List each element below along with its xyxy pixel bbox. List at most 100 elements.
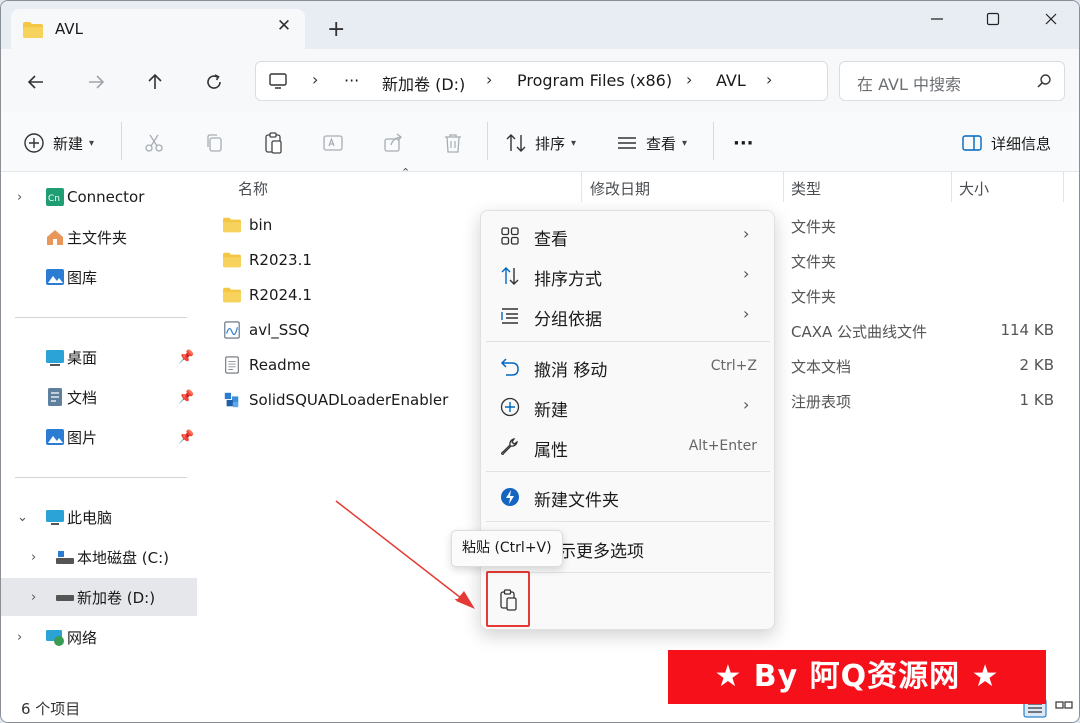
up-button[interactable] [140, 67, 170, 97]
sidebar-item-connector[interactable]: › Cn Connector [1, 178, 197, 216]
sidebar-item-label: 图库 [67, 268, 98, 287]
column-divider[interactable] [1063, 172, 1064, 202]
breadcrumb-program-files[interactable]: Program Files (x86) [517, 71, 672, 90]
sidebar-item-drive-d[interactable]: › 新加卷 (D:) [1, 578, 197, 616]
menu-item-new-folder[interactable]: 新建文件夹 [481, 477, 776, 517]
chevron-right-icon[interactable]: › [31, 550, 36, 565]
chevron-down-icon: ▾ [89, 137, 95, 149]
column-header-type[interactable]: 类型 [791, 178, 821, 199]
sidebar-item-label: 文档 [67, 388, 98, 407]
file-row-avl-ssq[interactable]: avl_SSQ [223, 319, 310, 341]
paste-button[interactable] [486, 571, 530, 627]
column-divider[interactable] [581, 172, 582, 202]
chevron-right-icon[interactable]: › [17, 630, 22, 645]
new-tab-button[interactable]: + [327, 19, 345, 41]
sidebar-item-desktop[interactable]: 桌面 📌 [1, 338, 197, 376]
sidebar-item-label: 网络 [67, 628, 98, 647]
maximize-button[interactable] [973, 7, 1013, 33]
share-icon[interactable] [382, 132, 404, 154]
menu-item-sort-by[interactable]: 排序方式 › [481, 256, 776, 296]
refresh-button[interactable] [199, 67, 229, 97]
gallery-icon [46, 269, 64, 285]
file-row-loader-enabler[interactable]: SolidSQUADLoaderEnabler [223, 389, 448, 411]
breadcrumb-overflow[interactable]: ··· [344, 71, 359, 90]
menu-label: 查看 [534, 230, 568, 250]
column-header-modified[interactable]: 修改日期 [590, 178, 650, 199]
plus-circle-icon [500, 397, 520, 417]
forward-button[interactable] [81, 67, 111, 97]
menu-item-view[interactable]: 查看 › [481, 216, 776, 256]
sidebar-item-network[interactable]: › 网络 [1, 618, 197, 656]
breadcrumb-separator[interactable]: › [486, 70, 492, 89]
minimize-icon [931, 18, 943, 20]
file-row-bin[interactable]: bin [223, 214, 272, 236]
sidebar-item-label: 图片 [67, 428, 98, 447]
menu-item-new[interactable]: 新建 › [481, 387, 776, 427]
sidebar-item-documents[interactable]: 文档 📌 [1, 378, 197, 416]
address-bar[interactable]: › ··· 新加卷 (D:) › Program Files (x86) › A… [255, 61, 828, 101]
view-button[interactable]: 查看 ▾ [616, 130, 687, 156]
file-row-r2023[interactable]: R2023.1 [223, 249, 312, 271]
sort-icon [501, 267, 519, 285]
divider [15, 317, 187, 318]
pin-icon[interactable]: 📌 [178, 430, 194, 445]
sidebar-item-this-pc[interactable]: ⌄ 此电脑 [1, 498, 197, 536]
close-icon [1045, 13, 1057, 25]
sort-button[interactable]: 排序 ▾ [505, 130, 576, 156]
menu-item-group-by[interactable]: 分组依据 › [481, 296, 776, 336]
breadcrumb-separator[interactable]: › [766, 70, 772, 89]
sidebar-item-gallery[interactable]: 图库 [1, 258, 197, 296]
sidebar-item-home[interactable]: 主文件夹 [1, 218, 197, 256]
network-icon [46, 630, 64, 646]
file-row-readme[interactable]: Readme [223, 354, 311, 376]
delete-icon[interactable] [442, 132, 464, 154]
file-name: bin [249, 216, 273, 234]
connector-icon: Cn [46, 188, 64, 206]
new-button[interactable]: 新建 ▾ [23, 130, 94, 156]
column-header-size[interactable]: 大小 [959, 178, 989, 199]
maximize-icon [986, 12, 1000, 26]
column-header-name[interactable]: 名称 [238, 178, 268, 199]
rename-icon[interactable] [322, 132, 344, 154]
menu-label: 分组依据 [534, 310, 602, 330]
file-type: 文件夹 [791, 218, 837, 236]
menu-item-undo[interactable]: 撤消 移动 Ctrl+Z [481, 347, 776, 387]
wrench-icon [501, 438, 518, 455]
file-row-r2024[interactable]: R2024.1 [223, 284, 312, 306]
tiles-view-icon[interactable] [1052, 698, 1076, 718]
close-tab-icon[interactable]: ✕ [273, 15, 295, 37]
refresh-icon [207, 74, 221, 89]
menu-item-properties[interactable]: 属性 Alt+Enter [481, 427, 776, 467]
sidebar-item-drive-c[interactable]: › 本地磁盘 (C:) [1, 538, 197, 576]
pin-icon[interactable]: 📌 [178, 350, 194, 365]
pin-icon[interactable]: 📌 [178, 390, 194, 405]
details-pane-button[interactable]: 详细信息 [961, 130, 1051, 156]
minimize-button[interactable] [917, 7, 957, 33]
chevron-right-icon[interactable]: › [31, 590, 36, 605]
menu-shortcut: Ctrl+Z [710, 358, 757, 374]
file-type: 文件夹 [791, 253, 837, 271]
breadcrumb-avl[interactable]: AVL [716, 71, 746, 90]
cut-icon[interactable] [143, 132, 165, 154]
breadcrumb-drive-d[interactable]: 新加卷 (D:) [382, 71, 465, 95]
breadcrumb-separator[interactable]: › [312, 70, 318, 89]
copy-icon[interactable] [203, 132, 225, 154]
file-type: 文件夹 [791, 288, 837, 306]
close-window-button[interactable] [1031, 7, 1071, 33]
breadcrumb-separator[interactable]: › [686, 70, 692, 89]
title-bar: AVL ✕ + [1, 1, 1079, 49]
tab-avl[interactable]: AVL ✕ [11, 9, 305, 49]
address-row: › ··· 新加卷 (D:) › Program Files (x86) › A… [1, 49, 1079, 112]
paste-icon[interactable] [263, 131, 285, 155]
chevron-right-icon[interactable]: › [17, 190, 22, 205]
more-button[interactable]: ··· [733, 130, 754, 156]
view-label: 查看 [646, 134, 677, 153]
computer-icon [269, 73, 287, 89]
search-box[interactable]: 在 AVL 中搜索 [839, 61, 1065, 101]
back-button[interactable] [21, 67, 51, 97]
desktop-icon [46, 350, 64, 366]
sidebar-item-pictures[interactable]: 图片 📌 [1, 418, 197, 456]
column-divider[interactable] [951, 172, 952, 202]
chevron-down-icon[interactable]: ⌄ [17, 510, 28, 525]
column-divider[interactable] [783, 172, 784, 202]
